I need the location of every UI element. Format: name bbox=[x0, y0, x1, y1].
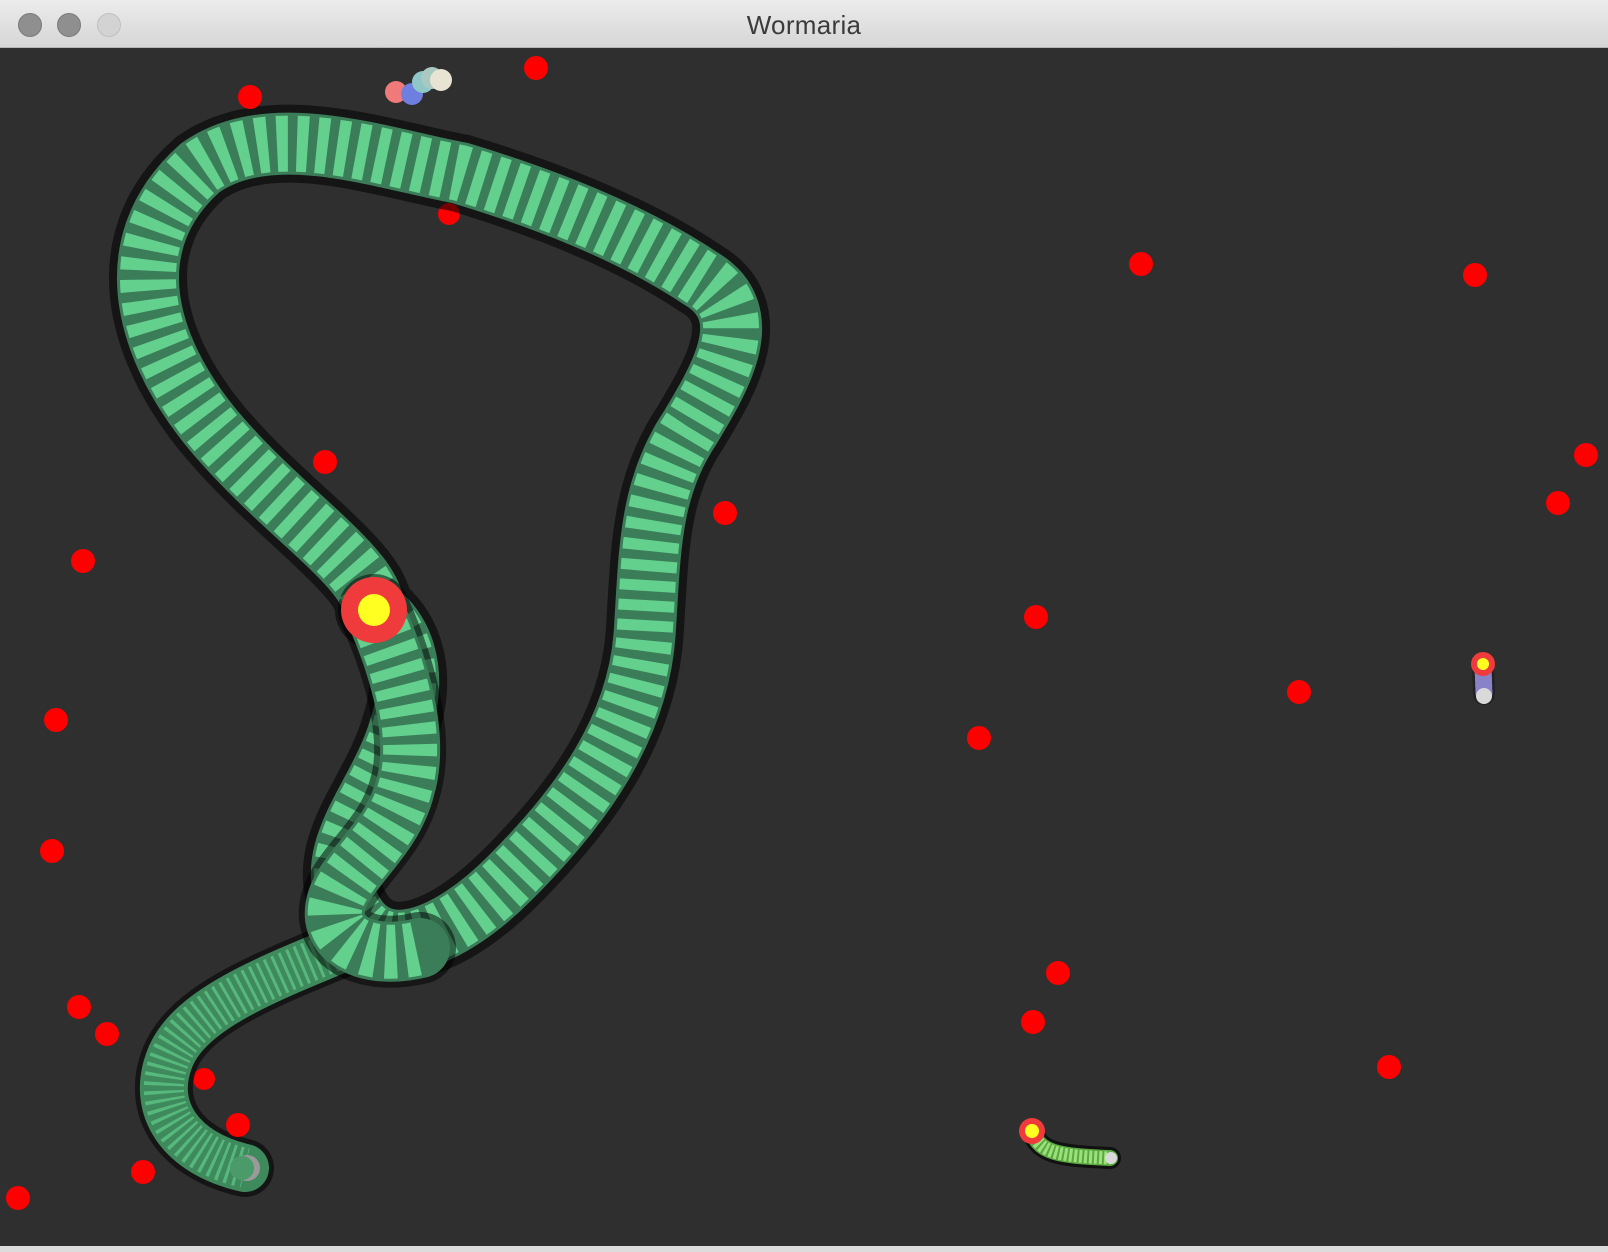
food-pellet bbox=[1129, 252, 1153, 276]
food-pellet bbox=[131, 1160, 155, 1184]
food-pellet bbox=[1546, 491, 1570, 515]
window-title: Wormaria bbox=[746, 10, 862, 40]
food-pellet bbox=[67, 995, 91, 1019]
food-pellet bbox=[1287, 680, 1311, 704]
tiny-worm-head bbox=[430, 69, 452, 91]
arena-background bbox=[0, 48, 1608, 1252]
food-pellet bbox=[95, 1022, 119, 1046]
food-pellet bbox=[6, 1186, 30, 1210]
enemy-worm-purple bbox=[1471, 652, 1495, 705]
worm-head-eye bbox=[358, 594, 390, 626]
green-worm-eye bbox=[1025, 1124, 1039, 1138]
purple-worm-eye bbox=[1477, 658, 1489, 670]
food-pellet bbox=[1463, 263, 1487, 287]
food-pellet bbox=[1377, 1055, 1401, 1079]
purple-worm-tail bbox=[1476, 688, 1492, 704]
food-pellet bbox=[313, 450, 337, 474]
food-pellet bbox=[967, 726, 991, 750]
window-bottom-edge bbox=[0, 1246, 1608, 1252]
food-pellet bbox=[1046, 961, 1070, 985]
food-pellet bbox=[1024, 605, 1048, 629]
food-pellet bbox=[1574, 443, 1598, 467]
food-pellet bbox=[71, 549, 95, 573]
game-window: Wormaria bbox=[0, 0, 1608, 1252]
green-worm-tail bbox=[1105, 1152, 1117, 1164]
window-titlebar: Wormaria bbox=[0, 0, 1608, 48]
food-pellet bbox=[40, 839, 64, 863]
food-pellet bbox=[193, 1068, 215, 1090]
food-pellet bbox=[44, 708, 68, 732]
food-pellet bbox=[1021, 1010, 1045, 1034]
worm-tail-end-highlight bbox=[230, 1156, 254, 1180]
game-canvas[interactable] bbox=[0, 48, 1608, 1252]
food-pellet bbox=[713, 501, 737, 525]
food-pellet bbox=[238, 85, 262, 109]
food-pellet bbox=[226, 1113, 250, 1137]
food-pellet bbox=[524, 56, 548, 80]
